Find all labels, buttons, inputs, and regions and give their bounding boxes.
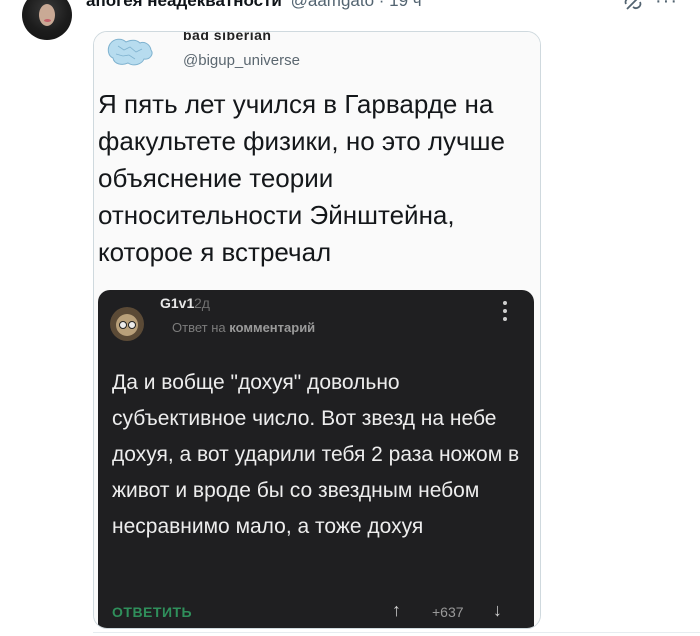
tweet-header: апогея неадекватности @aamgato · 19 ч ··… — [0, 0, 700, 40]
comment-meta-target: комментарий — [229, 320, 316, 335]
avatar-face — [39, 4, 55, 26]
comment-username: G1v1 — [160, 295, 195, 311]
comment-age: 2д — [194, 295, 210, 311]
author-handle[interactable]: @aamgato · 19 ч — [291, 0, 422, 10]
avatar-lips — [44, 19, 51, 22]
tweet-media[interactable]: bad siberian @bigup_universe Я пять лет … — [93, 31, 541, 629]
embedded-tweet-text: Я пять лет учился в Гарварде на факульте… — [98, 89, 505, 267]
comment-avatar — [110, 307, 144, 341]
comment-footer: ОТВЕТИТЬ ↑ +637 ↓ — [98, 600, 534, 628]
comment-avatar-eye — [119, 321, 127, 329]
comment-text: Да и вобще "дохуя" довольно субъективное… — [112, 371, 520, 538]
comment-avatar-eye — [128, 321, 136, 329]
comment-vote-count: +637 — [432, 604, 464, 620]
author-name[interactable]: апогея неадекватности — [86, 0, 282, 10]
grok-icon[interactable] — [623, 0, 643, 10]
kebab-icon — [503, 301, 507, 321]
embedded-author-name: bad siberian — [183, 31, 272, 43]
tweet-divider — [93, 632, 700, 633]
embedded-tweet-screenshot: bad siberian @bigup_universe Я пять лет … — [94, 32, 540, 628]
comment-meta-prefix: Ответ на — [172, 320, 226, 335]
more-icon[interactable]: ··· — [655, 0, 678, 13]
map-avatar-icon — [107, 38, 153, 66]
comment-reply-label: ОТВЕТИТЬ — [112, 604, 193, 620]
arrow-down-icon: ↓ — [493, 600, 502, 620]
author-line: апогея неадекватности @aamgato · 19 ч — [86, 0, 422, 11]
embedded-handle: @bigup_universe — [183, 52, 300, 69]
avatar[interactable] — [22, 0, 72, 40]
comment-reply-context: Ответ на комментарий — [172, 320, 315, 335]
arrow-up-icon: ↑ — [392, 600, 401, 620]
comment-screenshot: G1v1 2д Ответ на комментарий Да и вобще … — [98, 290, 534, 628]
